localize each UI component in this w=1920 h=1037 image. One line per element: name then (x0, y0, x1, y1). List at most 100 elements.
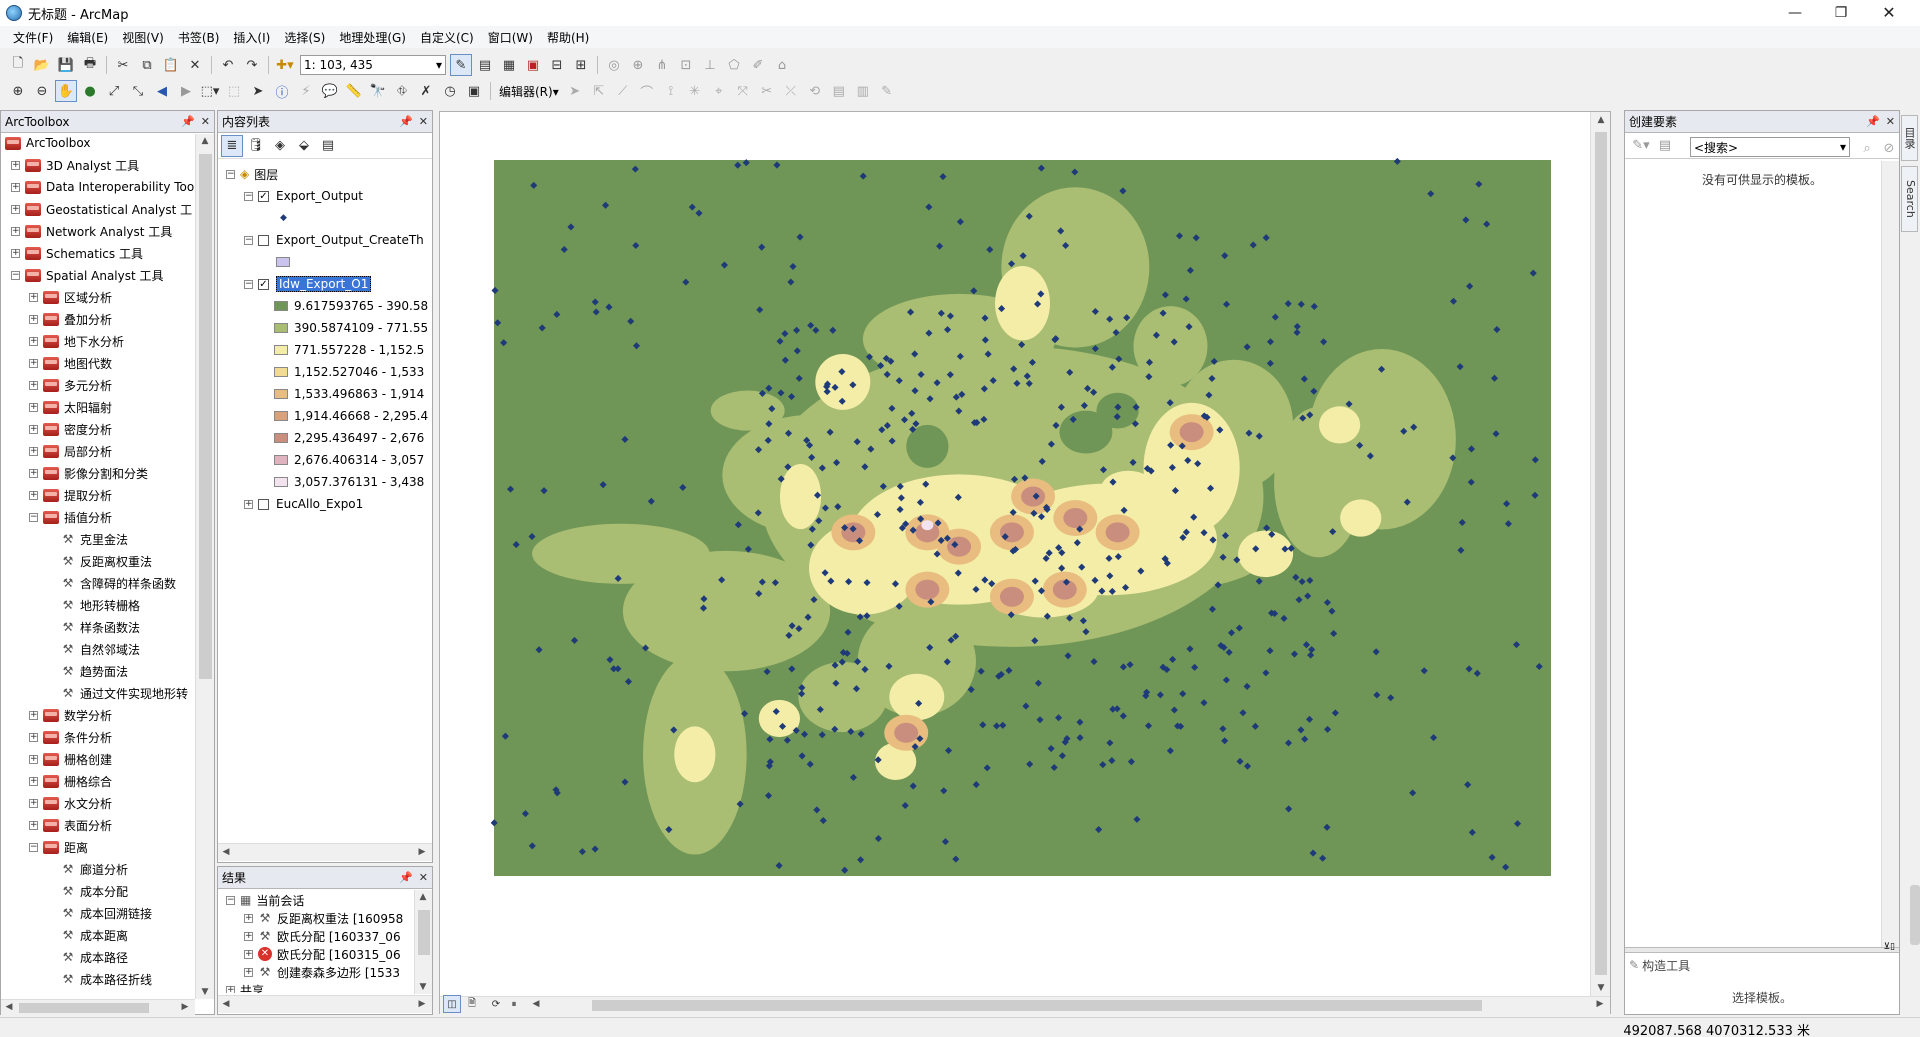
viewer-icon[interactable]: ▣ (463, 80, 485, 102)
expand-icon[interactable]: + (29, 358, 38, 368)
map-hscroll[interactable]: ◫ 🗎 ⟳ ⏸ ◀ ▶ (440, 995, 1610, 1014)
add-data-icon[interactable]: ✚▾ (274, 54, 296, 76)
end-point-arc-icon[interactable]: ⌒ (636, 80, 658, 102)
menu-item-1[interactable]: 编辑(E) (60, 29, 115, 46)
close-panel-icon[interactable]: ✕ (419, 871, 428, 884)
list-by-drawing-order-icon[interactable]: ≣ (221, 134, 243, 157)
tool-item[interactable]: ⚒ 样条函数法 (61, 618, 140, 636)
tool-item[interactable]: ⚒ 地形转栅格 (61, 596, 140, 614)
scroll-up-icon[interactable]: ▲ (1593, 115, 1609, 125)
toc-hscroll[interactable]: ◀ ▶ (218, 843, 432, 861)
toolbox-item[interactable]: + Data Interoperability Too (11, 178, 194, 196)
layers-root[interactable]: − ◈ 图层 (226, 165, 278, 183)
pause-drawing-icon[interactable]: ⏸ (505, 995, 523, 1013)
refresh-icon[interactable]: ⟳ (487, 995, 505, 1013)
list-by-visibility-icon[interactable]: ◈ (269, 135, 291, 157)
redo-icon[interactable]: ↷ (241, 54, 263, 76)
arctoolbox-vscroll[interactable]: ▲ ▼ (195, 134, 214, 999)
view-toggle-icon[interactable]: ⊻▯ (1883, 942, 1895, 952)
result-item[interactable]: + ✕ 欧氏分配 [160315_06 (244, 945, 401, 963)
toolset-item[interactable]: + 地下水分析 (29, 332, 124, 350)
cut-polygon-icon[interactable]: ✂ (756, 80, 778, 102)
scroll-right-icon[interactable]: ▶ (1592, 999, 1608, 1009)
results-session[interactable]: − ▦ 当前会话 (226, 891, 304, 909)
scroll-right-icon[interactable]: ▶ (414, 999, 430, 1009)
expand-icon[interactable]: + (29, 336, 38, 346)
full-extent-icon[interactable]: ● (79, 80, 101, 102)
expand-icon[interactable]: − (29, 842, 38, 852)
expand-icon[interactable]: − (244, 191, 253, 201)
new-icon[interactable]: 🗋 (7, 54, 29, 76)
toolbox-root[interactable]: ArcToolbox (5, 134, 90, 152)
cut-icon[interactable]: ✂ (112, 54, 134, 76)
editor-menu[interactable]: 编辑器(R)▾ (495, 83, 563, 100)
scroll-up-icon[interactable]: ▲ (197, 136, 213, 146)
topology-icon[interactable]: ⋔ (651, 54, 673, 76)
menu-item-7[interactable]: 自定义(C) (413, 29, 481, 46)
toolset-item[interactable]: + 密度分析 (29, 420, 112, 438)
menu-item-4[interactable]: 插入(I) (226, 29, 277, 46)
layer-checkbox[interactable]: ✓ (258, 190, 269, 202)
identify-icon[interactable]: ⓘ (271, 80, 293, 102)
list-by-source-icon[interactable]: 🛢 (245, 135, 267, 157)
snapping-icon[interactable]: ◎ (603, 54, 625, 76)
point-icon[interactable]: ✳ (684, 80, 706, 102)
scroll-right-icon[interactable]: ▶ (177, 1002, 193, 1012)
menu-item-8[interactable]: 窗口(W) (481, 29, 540, 46)
tool-item[interactable]: ⚒ 通过文件实现地形转 (61, 684, 188, 702)
edit-annotation-icon[interactable]: ⇱ (588, 80, 610, 102)
copy-icon[interactable]: ⧉ (136, 54, 158, 76)
paste-icon[interactable]: 📋 (160, 54, 182, 76)
expand-icon[interactable]: + (11, 226, 20, 236)
rotate-icon[interactable]: ⟲ (804, 80, 826, 102)
select-features-icon[interactable]: ⬚▾ (199, 80, 221, 102)
hscroll-thumb[interactable] (592, 1000, 1482, 1011)
tool-item[interactable]: ⚒ 成本路径 (61, 948, 128, 966)
edit-tool-icon[interactable]: ➤ (564, 80, 586, 102)
save-icon[interactable]: 💾 (55, 54, 77, 76)
toolbox-item[interactable]: +3D Analyst 工具 (11, 156, 139, 174)
close-panel-icon[interactable]: ✕ (419, 115, 428, 128)
scroll-left-icon[interactable]: ◀ (218, 847, 234, 857)
tool-item[interactable]: ⚒ 成本分配 (61, 882, 128, 900)
expand-icon[interactable]: + (29, 820, 38, 830)
toolset-item[interactable]: + 区域分析 (29, 288, 112, 306)
data-view-icon[interactable]: ◫ (443, 995, 461, 1013)
layer-idw[interactable]: − ✓ Idw_Export_O1 (244, 275, 372, 293)
expand-icon[interactable]: − (29, 512, 38, 522)
scroll-right-icon[interactable]: ▶ (414, 847, 430, 857)
scroll-down-icon[interactable]: ▼ (415, 982, 431, 992)
results-shared[interactable]: + 共享 (226, 981, 264, 993)
toolset-item[interactable]: + 条件分析 (29, 728, 112, 746)
scroll-thumb[interactable] (418, 910, 430, 955)
menu-item-6[interactable]: 地理处理(G) (332, 29, 413, 46)
expand-icon[interactable]: + (244, 931, 253, 941)
expand-icon[interactable]: + (244, 499, 253, 509)
toolset-item[interactable]: − 插值分析 (29, 508, 112, 526)
templates-vscroll[interactable] (1881, 161, 1899, 948)
html-popup-icon[interactable]: 💬 (319, 80, 341, 102)
scale-combobox[interactable]: 1: 103, 435 ▾ (300, 55, 446, 75)
toolset-item[interactable]: + 叠加分析 (29, 310, 112, 328)
toolbox-item[interactable]: + Geostatistical Analyst 工 (11, 200, 192, 218)
result-item[interactable]: + ⚒ 创建泰森多边形 [1533 (244, 963, 400, 981)
menu-item-5[interactable]: 选择(S) (277, 29, 332, 46)
attributes-icon[interactable]: ▤ (828, 80, 850, 102)
find-icon[interactable]: 🔭 (367, 80, 389, 102)
scroll-left-icon[interactable]: ◀ (218, 999, 234, 1009)
edit-vertices-icon[interactable]: ⬠ (723, 54, 745, 76)
select-elements-icon[interactable]: ➤ (247, 80, 269, 102)
menu-item-2[interactable]: 视图(V) (115, 29, 171, 46)
catalog-side-tab[interactable]: 目录 (1901, 115, 1918, 161)
python-window-icon[interactable]: ⊟ (546, 54, 568, 76)
georef-icon[interactable]: ⊕ (627, 54, 649, 76)
expand-icon[interactable]: − (244, 235, 253, 245)
minimize-button[interactable]: — (1772, 0, 1818, 26)
clear-search-icon[interactable]: ⊘ (1878, 137, 1900, 159)
tool-item[interactable]: ⚒ 含障碍的样条函数 (61, 574, 176, 592)
scroll-down-icon[interactable]: ▼ (197, 987, 213, 997)
expand-icon[interactable]: + (29, 798, 38, 808)
expand-icon[interactable]: + (29, 446, 38, 456)
expand-icon[interactable]: + (29, 468, 38, 478)
scroll-down-icon[interactable]: ▼ (1593, 983, 1609, 993)
